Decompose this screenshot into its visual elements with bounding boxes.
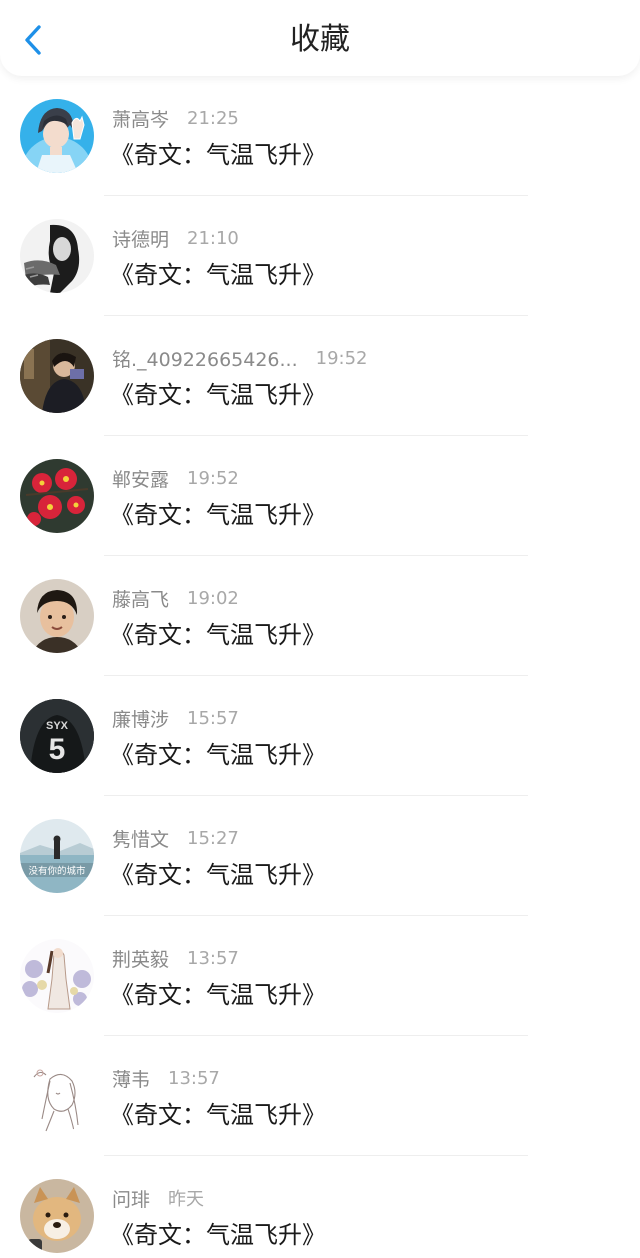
- timestamp: 19:52: [187, 467, 239, 489]
- avatar[interactable]: [20, 579, 94, 653]
- user-name: 郸安露: [112, 468, 170, 491]
- item-meta: 郸安露 19:52: [112, 465, 239, 491]
- timestamp: 13:57: [187, 947, 239, 969]
- avatar[interactable]: [20, 939, 94, 1013]
- list-item[interactable]: 问琲 昨天 《奇文：气温飞升》: [0, 1156, 640, 1258]
- favorites-screen: 收藏 萧高岑 21:25 《奇文：气温飞升》 诗德明 21:10 《奇文：气温飞…: [0, 0, 640, 1258]
- item-meta: 藤高飞 19:02: [112, 585, 239, 611]
- item-title: 《奇文：气温飞升》: [110, 861, 326, 889]
- item-title: 《奇文：气温飞升》: [110, 141, 326, 169]
- list-item[interactable]: 藤高飞 19:02 《奇文：气温飞升》: [0, 556, 640, 676]
- timestamp: 19:02: [187, 587, 239, 609]
- user-name: 铭._40922665426...: [112, 348, 298, 371]
- page-title: 收藏: [290, 22, 350, 57]
- item-title: 《奇文：气温飞升》: [110, 621, 326, 649]
- list-item[interactable]: 诗德明 21:10 《奇文：气温飞升》: [0, 196, 640, 316]
- user-name: 诗德明: [112, 228, 170, 251]
- avatar[interactable]: 没有你的城市: [20, 819, 94, 893]
- item-meta: 荆英毅 13:57: [112, 945, 239, 971]
- item-meta: 萧高岑 21:25: [112, 105, 239, 131]
- list-item[interactable]: SYX 5 廉博涉 15:57 《奇文：气温飞升》: [0, 676, 640, 796]
- item-meta: 隽惜文 15:27: [112, 825, 239, 851]
- user-name: 藤高飞: [112, 588, 170, 611]
- avatar[interactable]: SYX 5: [20, 699, 94, 773]
- list-item[interactable]: 没有你的城市 隽惜文 15:27 《奇文：气温飞升》: [0, 796, 640, 916]
- item-title: 《奇文：气温飞升》: [110, 381, 326, 409]
- item-meta: 问琲 昨天: [112, 1185, 204, 1211]
- avatar-jersey-text: SYX: [46, 720, 69, 732]
- user-name: 薄韦: [112, 1068, 151, 1091]
- item-title: 《奇文：气温飞升》: [110, 981, 326, 1009]
- timestamp: 21:25: [187, 107, 239, 129]
- favorites-list: 萧高岑 21:25 《奇文：气温飞升》 诗德明 21:10 《奇文：气温飞升》 …: [0, 76, 640, 1258]
- timestamp: 15:57: [187, 707, 239, 729]
- user-name: 问琲: [112, 1188, 151, 1211]
- item-title: 《奇文：气温飞升》: [110, 501, 326, 529]
- timestamp: 21:10: [187, 227, 239, 249]
- item-title: 《奇文：气温飞升》: [110, 1101, 326, 1129]
- user-name: 萧高岑: [112, 108, 170, 131]
- avatar[interactable]: [20, 1179, 94, 1253]
- timestamp: 19:52: [315, 347, 368, 369]
- user-name: 隽惜文: [112, 828, 170, 851]
- item-title: 《奇文：气温飞升》: [110, 1221, 326, 1249]
- list-item[interactable]: 铭._40922665426... 19:52 《奇文：气温飞升》: [0, 316, 640, 436]
- item-title: 《奇文：气温飞升》: [110, 741, 326, 769]
- timestamp: 昨天: [168, 1189, 205, 1210]
- avatar[interactable]: [20, 99, 94, 173]
- avatar[interactable]: [20, 339, 94, 413]
- avatar[interactable]: [20, 1059, 94, 1133]
- avatar-caption: 没有你的城市: [28, 865, 86, 877]
- svg-text:5: 5: [49, 733, 66, 766]
- list-item[interactable]: 萧高岑 21:25 《奇文：气温飞升》: [0, 76, 640, 196]
- user-name: 荆英毅: [112, 948, 170, 971]
- avatar[interactable]: [20, 219, 94, 293]
- item-meta: 廉博涉 15:57: [112, 705, 239, 731]
- item-meta: 诗德明 21:10: [112, 225, 239, 251]
- list-item[interactable]: 荆英毅 13:57 《奇文：气温飞升》: [0, 916, 640, 1036]
- top-bar: 收藏: [0, 0, 640, 76]
- list-item[interactable]: 薄韦 13:57 《奇文：气温飞升》: [0, 1036, 640, 1156]
- list-item[interactable]: 郸安露 19:52 《奇文：气温飞升》: [0, 436, 640, 556]
- timestamp: 15:27: [187, 827, 239, 849]
- item-meta: 薄韦 13:57: [112, 1065, 220, 1091]
- user-name: 廉博涉: [112, 708, 170, 731]
- avatar[interactable]: [20, 459, 94, 533]
- item-meta: 铭._40922665426... 19:52: [112, 345, 368, 371]
- item-title: 《奇文：气温飞升》: [110, 261, 326, 289]
- timestamp: 13:57: [168, 1067, 220, 1089]
